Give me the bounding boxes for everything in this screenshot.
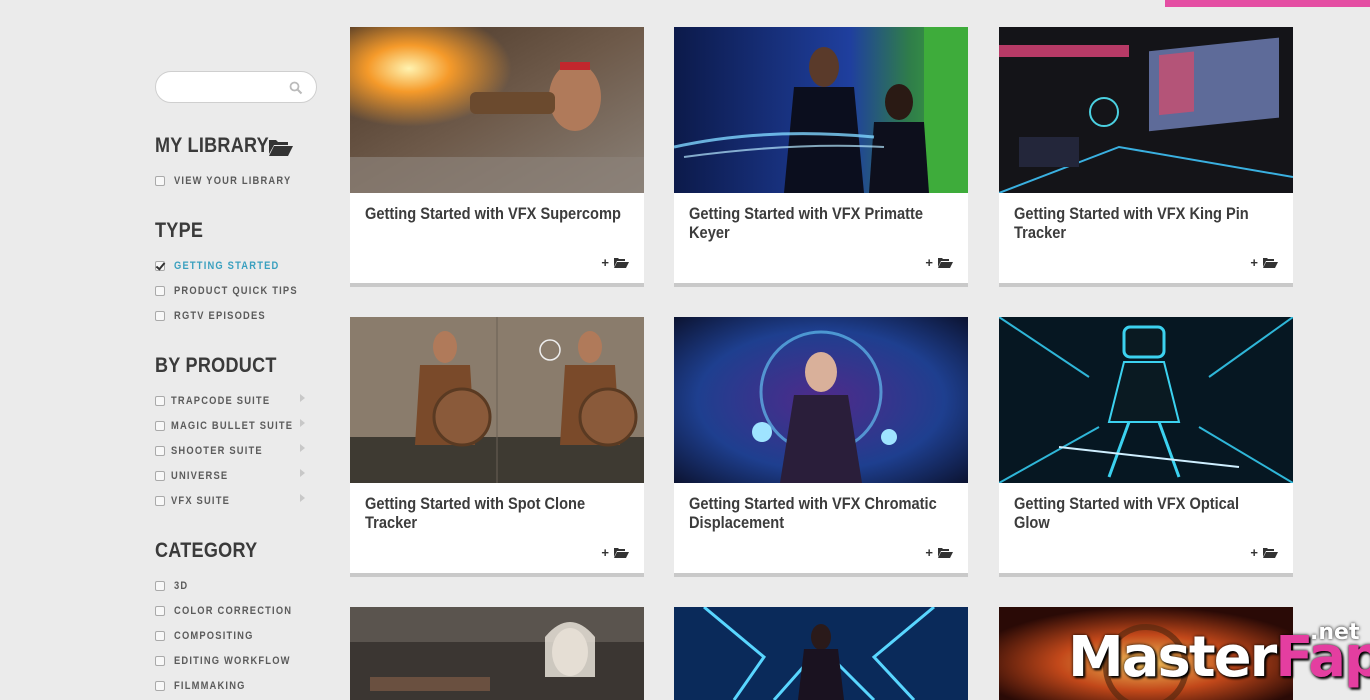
chevron-right-icon[interactable] [300, 444, 305, 452]
filter-magic-bullet-suite[interactable]: MAGIC BULLET SUITE [155, 419, 315, 433]
video-card[interactable]: Getting Started with VFX Primatte Keyer … [674, 27, 968, 283]
card-title[interactable]: Getting Started with VFX Chromatic Displ… [689, 494, 947, 532]
card-actions: + [925, 256, 953, 269]
folder-open-icon[interactable] [268, 137, 294, 157]
card-title[interactable]: Getting Started with VFX Primatte Keyer [689, 204, 947, 242]
folder-open-icon[interactable] [938, 257, 953, 268]
filter-universe[interactable]: UNIVERSE [155, 469, 238, 483]
video-card[interactable]: Getting Started with VFX Supercomp + [350, 27, 644, 283]
add-label[interactable]: + [925, 256, 933, 269]
checkbox-checked[interactable] [155, 261, 165, 271]
sidebar: MY LIBRARY VIEW YOUR LIBRARY TYPE GETTIN… [155, 0, 330, 700]
filter-label: COLOR CORRECTION [174, 605, 293, 617]
card-actions: + [601, 256, 629, 269]
watermark-text: Master [1068, 625, 1277, 690]
category-heading: CATEGORY [155, 539, 258, 562]
filter-product-quick-tips[interactable]: PRODUCT QUICK TIPS [155, 284, 320, 298]
card-title[interactable]: Getting Started with VFX Optical Glow [1014, 494, 1272, 532]
filter-3d[interactable]: 3D [155, 579, 191, 593]
checkbox[interactable] [155, 446, 165, 456]
checkbox[interactable] [155, 631, 165, 641]
add-label[interactable]: + [1250, 546, 1258, 559]
type-heading: TYPE [155, 219, 204, 242]
card-actions: + [601, 546, 629, 559]
video-thumbnail[interactable] [674, 317, 968, 483]
checkbox[interactable] [155, 656, 165, 666]
filter-view-your-library[interactable]: VIEW YOUR LIBRARY [155, 174, 312, 188]
video-thumbnail[interactable] [350, 27, 644, 193]
search-input[interactable] [155, 71, 317, 103]
chevron-right-icon[interactable] [300, 494, 305, 502]
filter-label: FILMMAKING [174, 680, 246, 692]
add-label[interactable]: + [601, 546, 609, 559]
card-title[interactable]: Getting Started with Spot Clone Tracker [365, 494, 623, 532]
add-label[interactable]: + [925, 546, 933, 559]
video-card[interactable]: Getting Started with VFX King Pin Tracke… [999, 27, 1293, 283]
filter-label: RGTV EPISODES [174, 310, 266, 322]
video-thumbnail[interactable] [999, 317, 1293, 483]
checkbox[interactable] [155, 286, 165, 296]
chevron-right-icon[interactable] [300, 419, 305, 427]
filter-label: MAGIC BULLET SUITE [171, 420, 294, 432]
card-actions: + [925, 546, 953, 559]
checkbox[interactable] [155, 681, 165, 691]
filter-shooter-suite[interactable]: SHOOTER SUITE [155, 444, 279, 458]
video-card[interactable]: Getting Started with Spot Clone Tracker … [350, 317, 644, 573]
filter-vfx-suite[interactable]: VFX SUITE [155, 494, 240, 508]
folder-open-icon[interactable] [938, 547, 953, 558]
folder-open-icon[interactable] [1263, 547, 1278, 558]
add-label[interactable]: + [601, 256, 609, 269]
card-actions: + [1250, 546, 1278, 559]
filter-label: EDITING WORKFLOW [174, 655, 291, 667]
video-card[interactable]: Getting Started with VFX Optical Glow + [999, 317, 1293, 573]
card-title[interactable]: Getting Started with VFX Supercomp [365, 204, 623, 223]
filter-filmmaking[interactable]: FILMMAKING [155, 679, 258, 693]
checkbox[interactable] [155, 581, 165, 591]
checkbox[interactable] [155, 496, 165, 506]
checkbox[interactable] [155, 396, 165, 406]
top-pink-bar [1165, 0, 1370, 7]
folder-open-icon[interactable] [614, 547, 629, 558]
filter-rgtv-episodes[interactable]: RGTV EPISODES [155, 309, 282, 323]
my-library-heading: MY LIBRARY [155, 134, 269, 157]
filter-label: COMPOSITING [174, 630, 254, 642]
checkbox[interactable] [155, 421, 165, 431]
filter-getting-started[interactable]: GETTING STARTED [155, 259, 298, 273]
filter-label: TRAPCODE SUITE [171, 395, 271, 407]
video-thumbnail[interactable] [350, 317, 644, 483]
checkbox[interactable] [155, 471, 165, 481]
video-thumbnail[interactable] [674, 607, 968, 700]
filter-compositing[interactable]: COMPOSITING [155, 629, 268, 643]
card-actions: + [1250, 256, 1278, 269]
filter-label: VFX SUITE [171, 495, 231, 507]
chevron-right-icon[interactable] [300, 394, 305, 402]
video-card[interactable] [674, 607, 968, 700]
add-label[interactable]: + [1250, 256, 1258, 269]
filter-color-correction[interactable]: COLOR CORRECTION [155, 604, 313, 618]
checkbox[interactable] [155, 606, 165, 616]
checkbox[interactable] [155, 311, 165, 321]
filter-label: GETTING STARTED [174, 260, 280, 272]
card-title[interactable]: Getting Started with VFX King Pin Tracke… [1014, 204, 1272, 242]
chevron-right-icon[interactable] [300, 469, 305, 477]
checkbox[interactable] [155, 176, 165, 186]
filter-editing-workflow[interactable]: EDITING WORKFLOW [155, 654, 311, 668]
search-icon[interactable] [289, 81, 303, 95]
watermark-suffix: .net [1310, 620, 1360, 645]
video-thumbnail[interactable] [350, 607, 644, 700]
video-thumbnail[interactable] [999, 27, 1293, 193]
filter-label: PRODUCT QUICK TIPS [174, 285, 298, 297]
video-card[interactable]: Getting Started with VFX Chromatic Displ… [674, 317, 968, 573]
filter-label: UNIVERSE [171, 470, 229, 482]
by-product-heading: BY PRODUCT [155, 354, 277, 377]
filter-label: VIEW YOUR LIBRARY [174, 175, 292, 187]
filter-label: 3D [174, 580, 189, 592]
filter-label: SHOOTER SUITE [171, 445, 263, 457]
video-card[interactable] [350, 607, 644, 700]
folder-open-icon[interactable] [614, 257, 629, 268]
filter-trapcode-suite[interactable]: TRAPCODE SUITE [155, 394, 288, 408]
folder-open-icon[interactable] [1263, 257, 1278, 268]
video-thumbnail[interactable] [674, 27, 968, 193]
